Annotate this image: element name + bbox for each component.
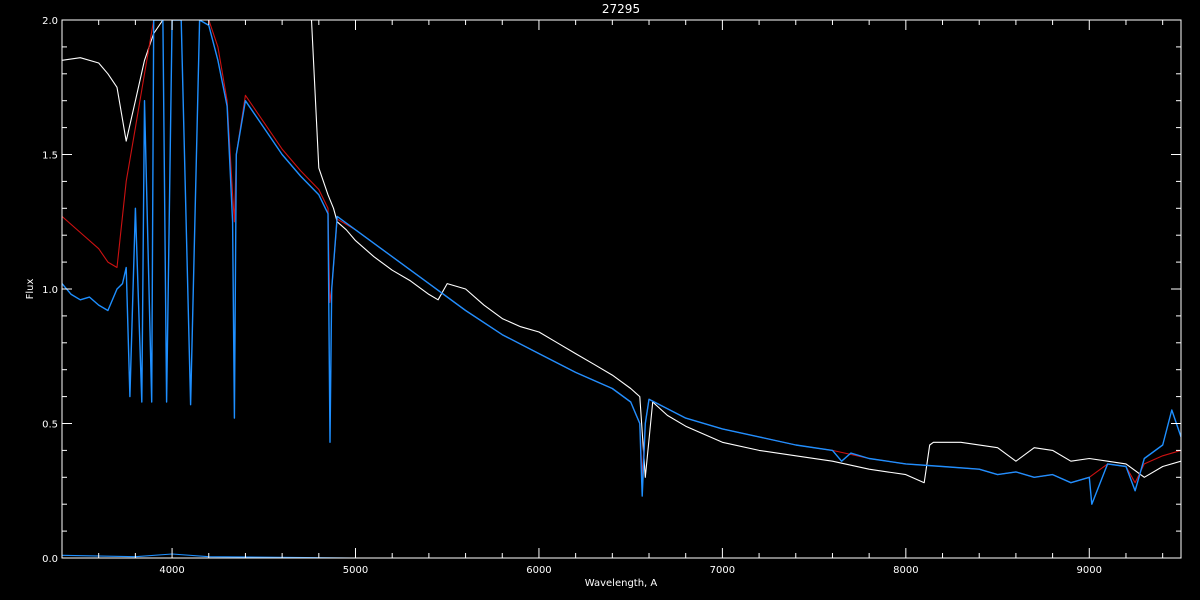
x-tick-label: 5000	[343, 565, 368, 576]
series-line-2	[62, 20, 1181, 484]
x-tick-label: 8000	[893, 565, 918, 576]
y-tick-label: 1.5	[42, 151, 58, 162]
tick-layer: 4000 5000 6000 7000 8000 9000 0.0 0.5 1.0 1.5 2.0	[42, 16, 1181, 576]
plot-frame	[61, 19, 1182, 559]
series-line-1	[62, 20, 1181, 484]
chart-svg: 27295 Wavelength, A Flux 4000 5000 6000 700…	[25, 2, 1182, 589]
spectrum-chart: 27295 Wavelength, A Flux 4000 5000 6000 700…	[0, 0, 1200, 600]
y-tick-label: 0.5	[42, 420, 58, 431]
x-tick-label: 7000	[710, 565, 735, 576]
series-layer	[62, 20, 1181, 558]
y-tick-label: 0.0	[42, 554, 58, 565]
x-tick-label: 4000	[159, 565, 184, 576]
series-line-3	[62, 20, 1181, 505]
y-tick-label: 1.0	[42, 285, 58, 296]
series-line-4	[62, 553, 1181, 558]
x-tick-label: 9000	[1077, 565, 1102, 576]
x-tick-label: 6000	[526, 565, 551, 576]
chart-title: 27295	[602, 2, 640, 16]
y-axis-label: Flux	[25, 279, 36, 300]
x-axis-label: Wavelength, A	[585, 578, 658, 589]
y-tick-label: 2.0	[42, 16, 58, 27]
